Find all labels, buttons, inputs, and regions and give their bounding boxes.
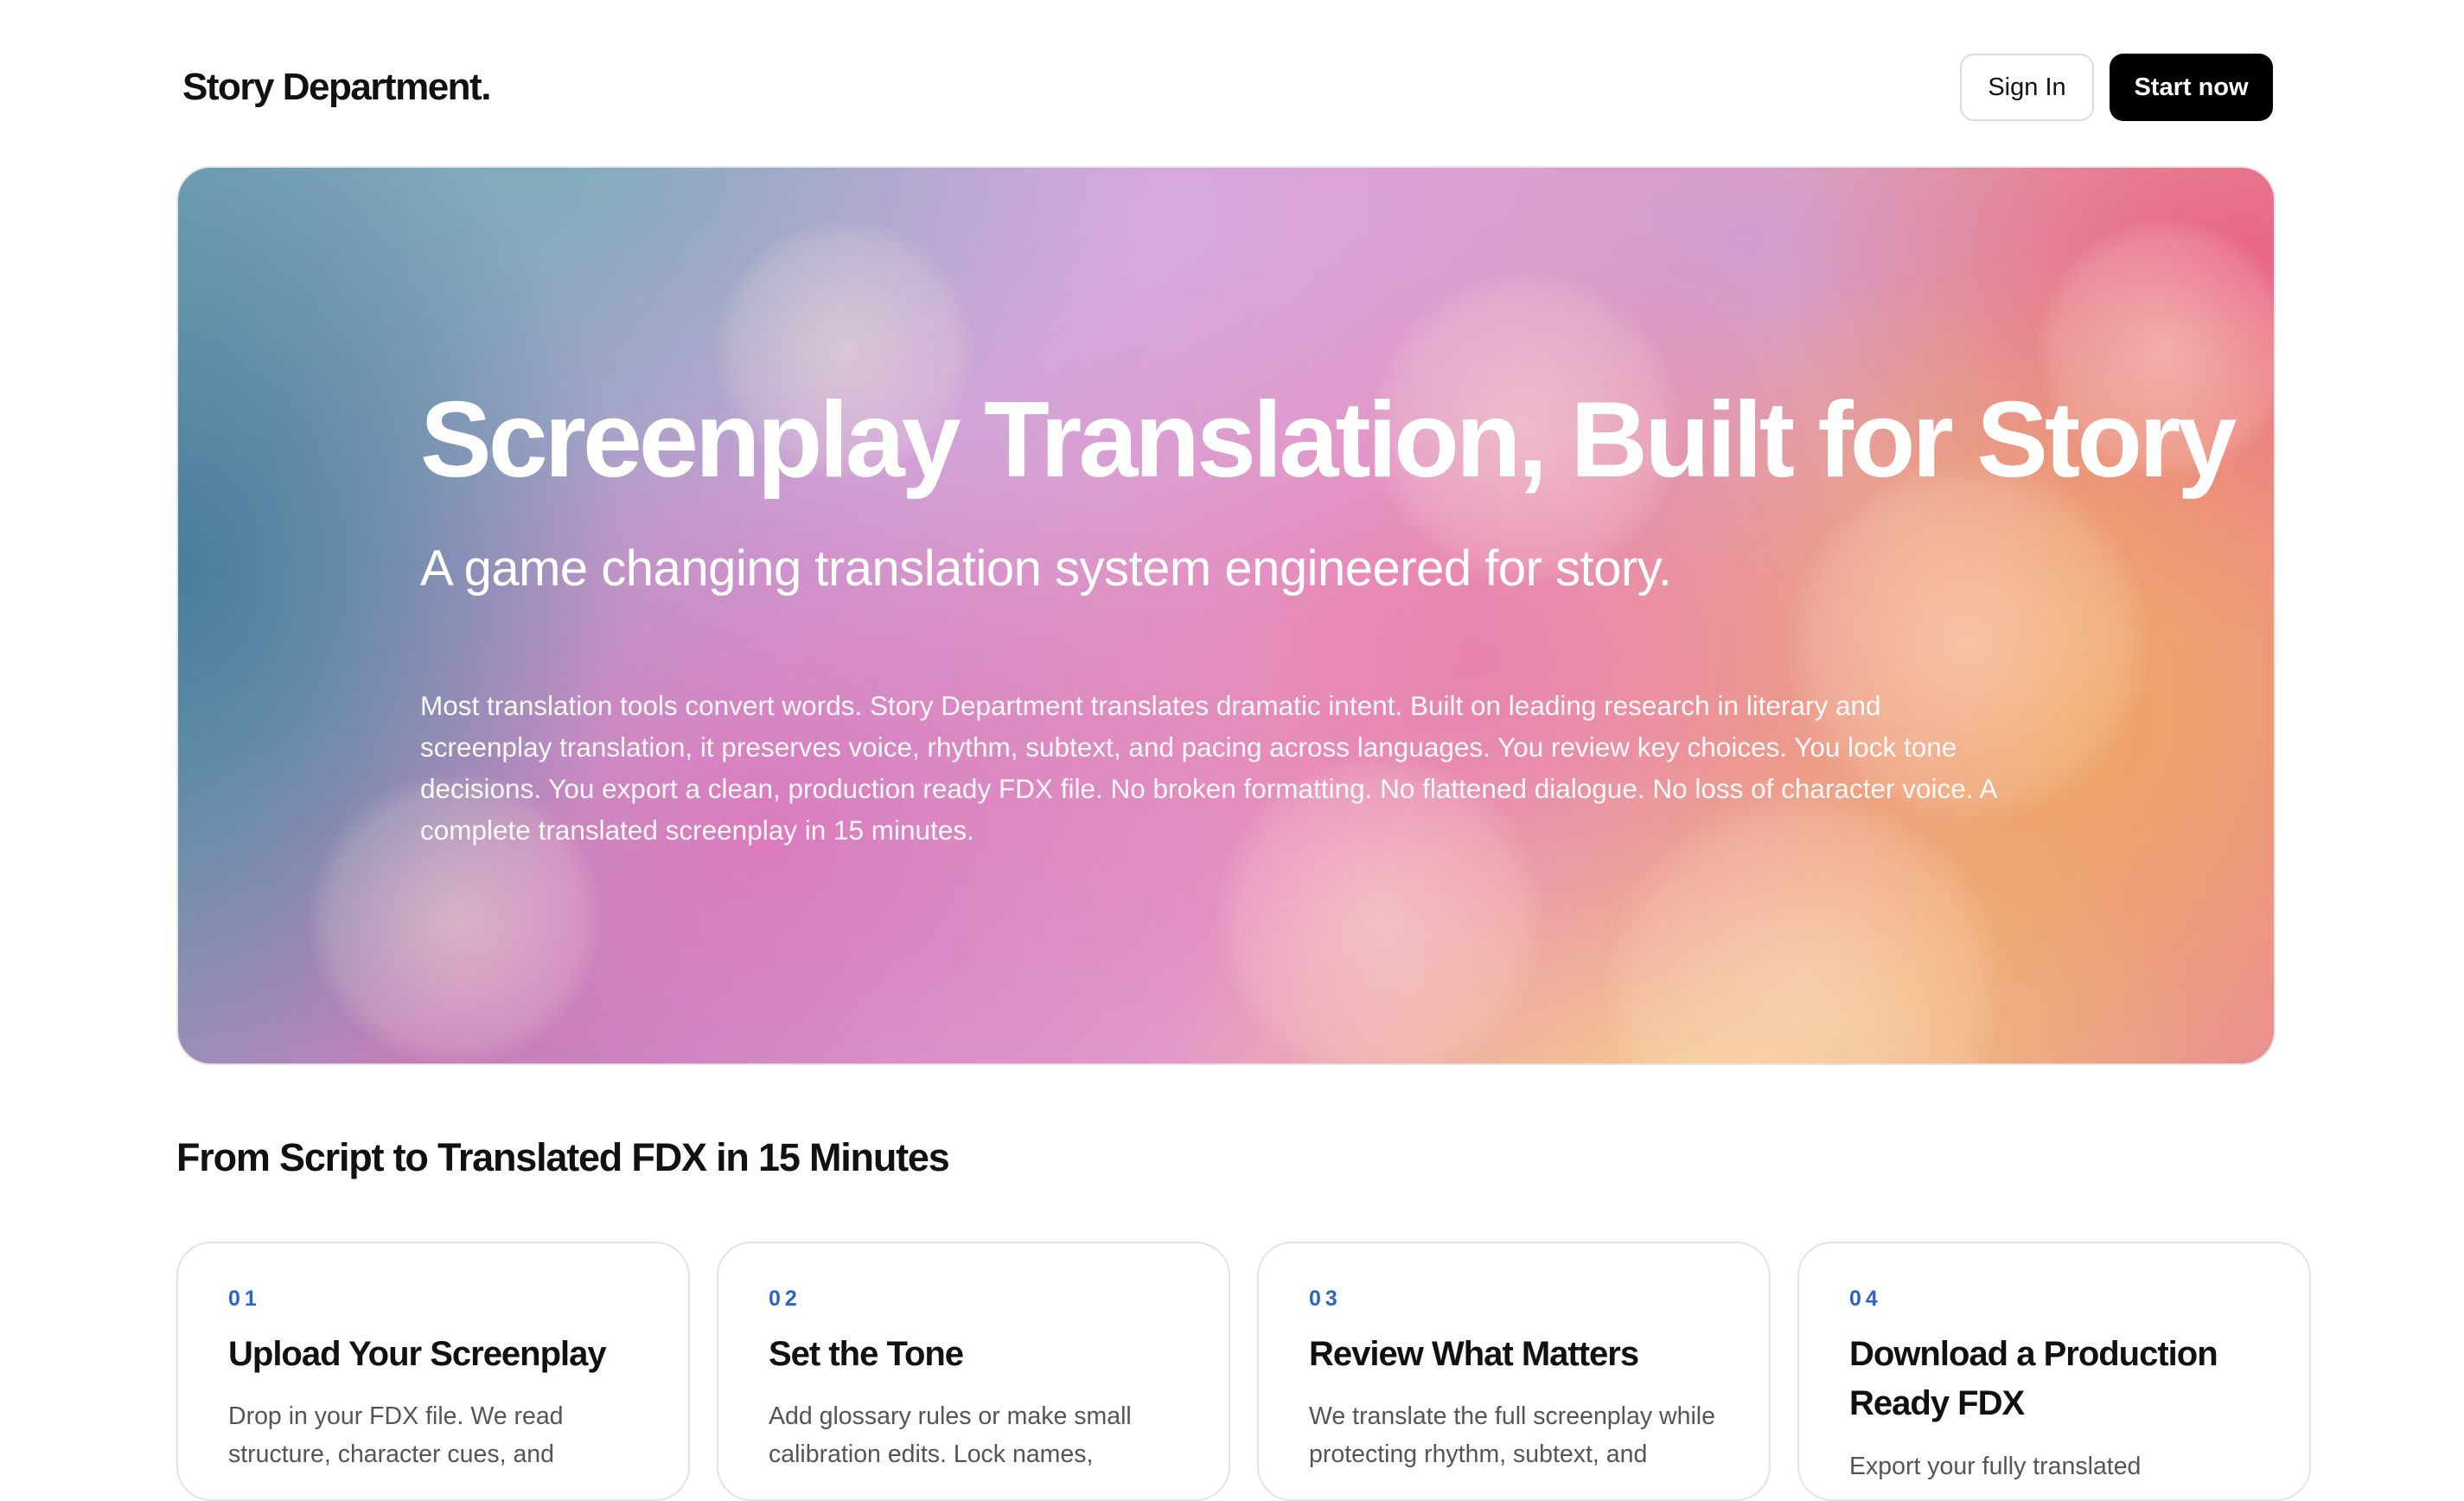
hero-title: Screenplay Translation, Built for Story bbox=[420, 380, 2237, 500]
step-number: 01 bbox=[228, 1287, 261, 1311]
brand-logo[interactable]: Story Department. bbox=[182, 66, 491, 109]
hero-subtitle: A game changing translation system engin… bbox=[420, 540, 1672, 597]
step-number: 02 bbox=[769, 1287, 801, 1311]
step-card-upload: 01 Upload Your Screenplay Drop in your F… bbox=[176, 1242, 690, 1501]
hero-description: Most translation tools convert words. St… bbox=[420, 690, 1996, 846]
step-card-review: 03 Review What Matters We translate the … bbox=[1257, 1242, 1771, 1501]
site-header: Story Department. Sign In Start now bbox=[0, 0, 2464, 164]
sign-in-button[interactable]: Sign In bbox=[1960, 54, 2094, 121]
step-title: Review What Matters bbox=[1309, 1335, 1639, 1373]
step-description: We translate the full screenplay while p… bbox=[1309, 1402, 1715, 1468]
step-description: Add glossary rules or make small calibra… bbox=[769, 1402, 1132, 1468]
step-title: Upload Your Screenplay bbox=[228, 1335, 607, 1373]
step-number: 04 bbox=[1849, 1287, 1882, 1311]
step-description: Drop in your FDX file. We read structure… bbox=[228, 1402, 564, 1468]
step-card-download: 04 Download a Production Ready FDX Expor… bbox=[1797, 1242, 2311, 1501]
step-description: Export your fully translated bbox=[1849, 1453, 2142, 1480]
hero-banner: Screenplay Translation, Built for Story … bbox=[176, 166, 2276, 1065]
step-number: 03 bbox=[1309, 1287, 1342, 1311]
step-title: Set the Tone bbox=[769, 1335, 964, 1373]
steps-section-title: From Script to Translated FDX in 15 Minu… bbox=[176, 1135, 950, 1179]
step-card-tone: 02 Set the Tone Add glossary rules or ma… bbox=[717, 1242, 1230, 1501]
page: Story Department. Sign In Start now Scre… bbox=[0, 0, 2464, 1501]
start-now-button[interactable]: Start now bbox=[2110, 54, 2273, 121]
step-title: Download a Production Ready FDX bbox=[1849, 1335, 2218, 1422]
